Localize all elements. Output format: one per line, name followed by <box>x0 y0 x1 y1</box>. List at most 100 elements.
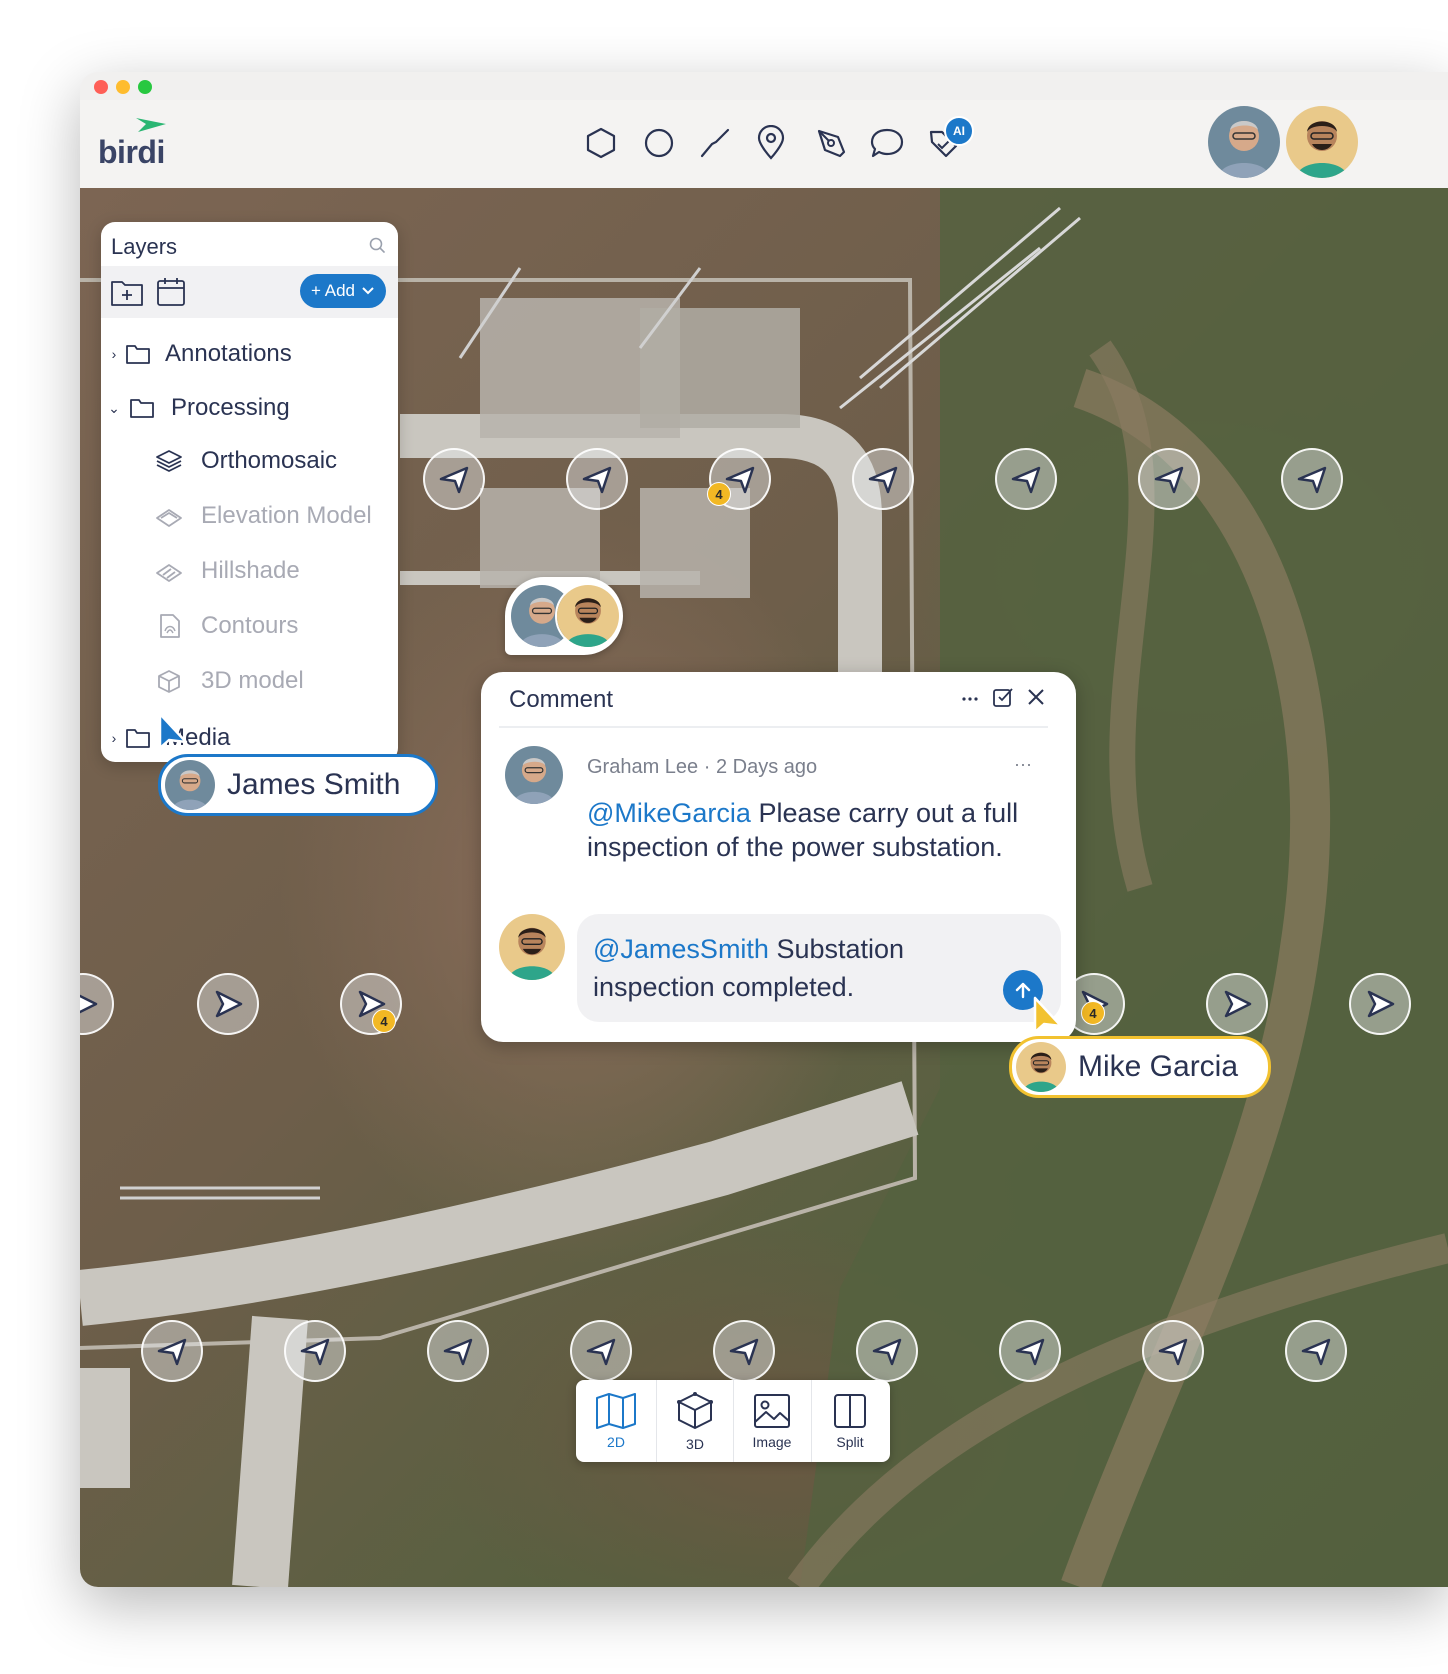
comment-panel: Comment Graham Lee · 2 Days ago ··· @Mik… <box>481 672 1076 1042</box>
layers-stack-icon <box>155 449 183 473</box>
navigation-arrow-icon <box>157 1338 187 1366</box>
camera-marker[interactable] <box>852 448 914 510</box>
comment-more-button[interactable]: ··· <box>1014 754 1032 775</box>
camera-marker[interactable] <box>1349 973 1411 1035</box>
navigation-arrow-icon <box>872 1338 902 1366</box>
pen-icon <box>817 129 846 158</box>
navigation-arrow-icon <box>215 990 243 1018</box>
contours-icon <box>155 613 183 639</box>
maximize-window-button[interactable] <box>138 80 152 94</box>
hillshade-icon <box>155 559 183 583</box>
comment-tool-button[interactable] <box>864 118 910 168</box>
navigation-arrow-icon <box>443 1338 473 1366</box>
view-label: Image <box>752 1434 792 1450</box>
camera-marker[interactable] <box>713 1320 775 1382</box>
map-icon <box>596 1393 636 1429</box>
navigation-arrow-icon <box>1158 1338 1188 1366</box>
mention-link[interactable]: @JamesSmith <box>593 934 769 964</box>
view-2d-button[interactable]: 2D <box>578 1380 654 1462</box>
camera-marker[interactable] <box>995 448 1057 510</box>
layer-contours[interactable]: Contours <box>155 606 298 646</box>
ai-tag-tool-button[interactable]: AI <box>920 116 974 168</box>
camera-marker-cluster[interactable]: 4 <box>340 973 402 1035</box>
reply-input[interactable]: @JamesSmith Substation inspection comple… <box>577 914 1061 1022</box>
window-titlebar <box>80 72 1448 100</box>
camera-marker[interactable] <box>1142 1320 1204 1382</box>
add-folder-button[interactable] <box>109 274 145 310</box>
camera-marker[interactable] <box>999 1320 1061 1382</box>
comment-thread-pin[interactable] <box>505 577 623 655</box>
comment-author-meta: Graham Lee · 2 Days ago <box>587 756 818 778</box>
add-layer-label: + Add <box>311 281 355 300</box>
layers-search-button[interactable] <box>368 236 386 259</box>
view-split-button[interactable]: Split <box>812 1380 888 1462</box>
layer-label: Processing <box>171 394 290 421</box>
camera-marker[interactable] <box>197 973 259 1035</box>
camera-marker-cluster[interactable]: 4 <box>707 448 771 510</box>
navigation-arrow-icon <box>1367 990 1395 1018</box>
navigation-arrow-icon <box>1224 990 1252 1018</box>
polygon-tool-button[interactable] <box>578 118 624 168</box>
image-icon <box>754 1394 790 1428</box>
navigation-arrow-icon <box>582 466 612 494</box>
view-switcher: 2D 3D Image Split <box>576 1380 890 1462</box>
avatar-graham-lee <box>505 746 563 804</box>
camera-marker[interactable] <box>566 448 628 510</box>
layer-folder-processing[interactable]: ⌄ Processing <box>107 388 290 428</box>
folder-icon <box>125 343 151 365</box>
layers-panel: Layers + Add › Annotations ⌄ Processing … <box>101 222 398 762</box>
view-label: Split <box>836 1434 864 1450</box>
layer-label: Elevation Model <box>201 502 372 529</box>
circle-tool-button[interactable] <box>636 118 682 168</box>
chevron-right-icon: › <box>111 730 117 746</box>
chevron-right-icon: › <box>111 346 117 362</box>
layer-folder-annotations[interactable]: › Annotations <box>107 334 292 374</box>
add-layer-button[interactable]: + Add <box>300 274 386 308</box>
layer-3d-model[interactable]: 3D model <box>155 661 304 701</box>
calendar-button[interactable] <box>153 274 189 310</box>
layer-label: Orthomosaic <box>201 447 338 474</box>
line-tool-button[interactable] <box>692 118 738 168</box>
camera-marker[interactable] <box>570 1320 632 1382</box>
camera-marker[interactable] <box>423 448 485 510</box>
more-options-icon[interactable] <box>960 687 980 707</box>
layers-toolbar: + Add <box>101 266 398 318</box>
layers-title: Layers <box>111 234 178 259</box>
navigation-arrow-icon <box>868 466 898 494</box>
camera-marker[interactable] <box>427 1320 489 1382</box>
avatar-graham-lee[interactable] <box>1208 106 1280 178</box>
layer-label: Annotations <box>165 340 292 367</box>
camera-marker[interactable] <box>1281 448 1343 510</box>
comment-title: Comment <box>509 686 614 713</box>
camera-marker[interactable] <box>1138 448 1200 510</box>
pen-tool-button[interactable] <box>808 118 854 168</box>
camera-marker[interactable] <box>284 1320 346 1382</box>
birdi-logo[interactable]: birdi <box>98 112 188 172</box>
view-3d-button[interactable]: 3D <box>657 1380 733 1462</box>
add-folder-icon <box>111 281 143 306</box>
close-icon[interactable] <box>1026 687 1046 707</box>
close-window-button[interactable] <box>94 80 108 94</box>
camera-marker[interactable] <box>1285 1320 1347 1382</box>
user-avatar-icon <box>1286 106 1358 178</box>
minimize-window-button[interactable] <box>116 80 130 94</box>
view-image-button[interactable]: Image <box>734 1380 810 1462</box>
line-icon <box>700 128 730 158</box>
camera-marker[interactable] <box>141 1320 203 1382</box>
reply-text: @JamesSmith Substation inspection comple… <box>593 930 1013 1006</box>
layer-elevation-model[interactable]: Elevation Model <box>155 496 372 536</box>
camera-marker[interactable] <box>856 1320 918 1382</box>
avatar-mike-garcia[interactable] <box>1286 106 1358 178</box>
mention-link[interactable]: @MikeGarcia <box>587 798 751 828</box>
camera-marker[interactable] <box>1206 973 1268 1035</box>
chevron-down-icon <box>362 287 374 295</box>
layer-hillshade[interactable]: Hillshade <box>155 551 300 591</box>
location-pin-tool-button[interactable] <box>748 118 794 168</box>
layer-orthomosaic[interactable]: Orthomosaic <box>155 441 337 481</box>
navigation-arrow-icon <box>586 1338 616 1366</box>
comment-divider <box>499 726 1048 728</box>
folder-icon <box>125 727 151 749</box>
view-label: 2D <box>607 1434 625 1450</box>
circle-icon <box>644 128 674 158</box>
resolve-check-icon[interactable] <box>992 686 1014 708</box>
